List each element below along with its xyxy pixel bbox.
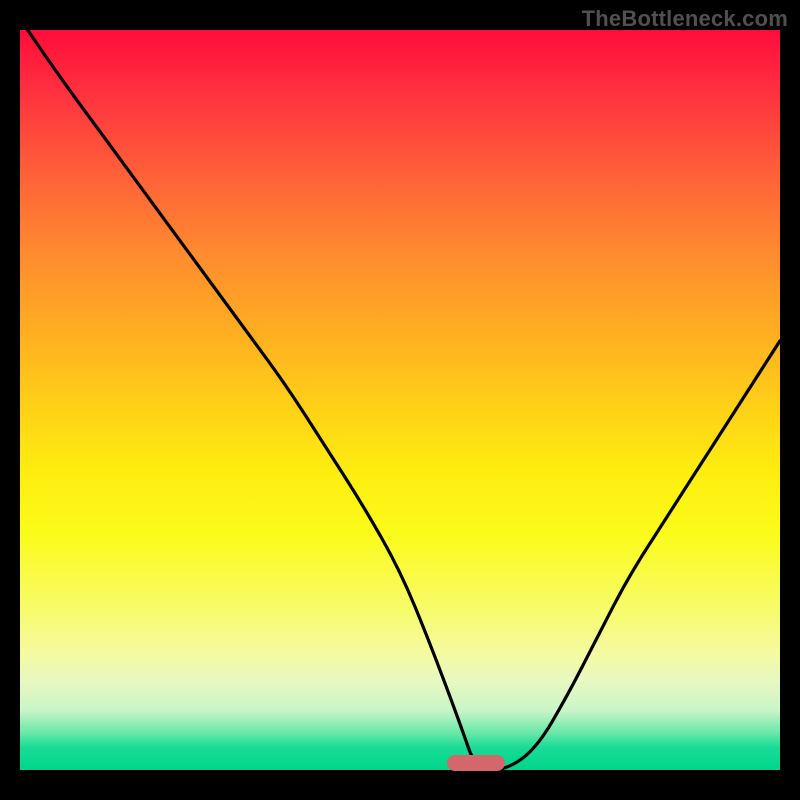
optimal-marker	[447, 755, 505, 771]
chart-stage: TheBottleneck.com	[0, 0, 800, 800]
plot-area	[20, 30, 780, 770]
bottleneck-curve	[28, 30, 780, 770]
curve-svg	[20, 30, 780, 770]
watermark-text: TheBottleneck.com	[582, 6, 788, 32]
